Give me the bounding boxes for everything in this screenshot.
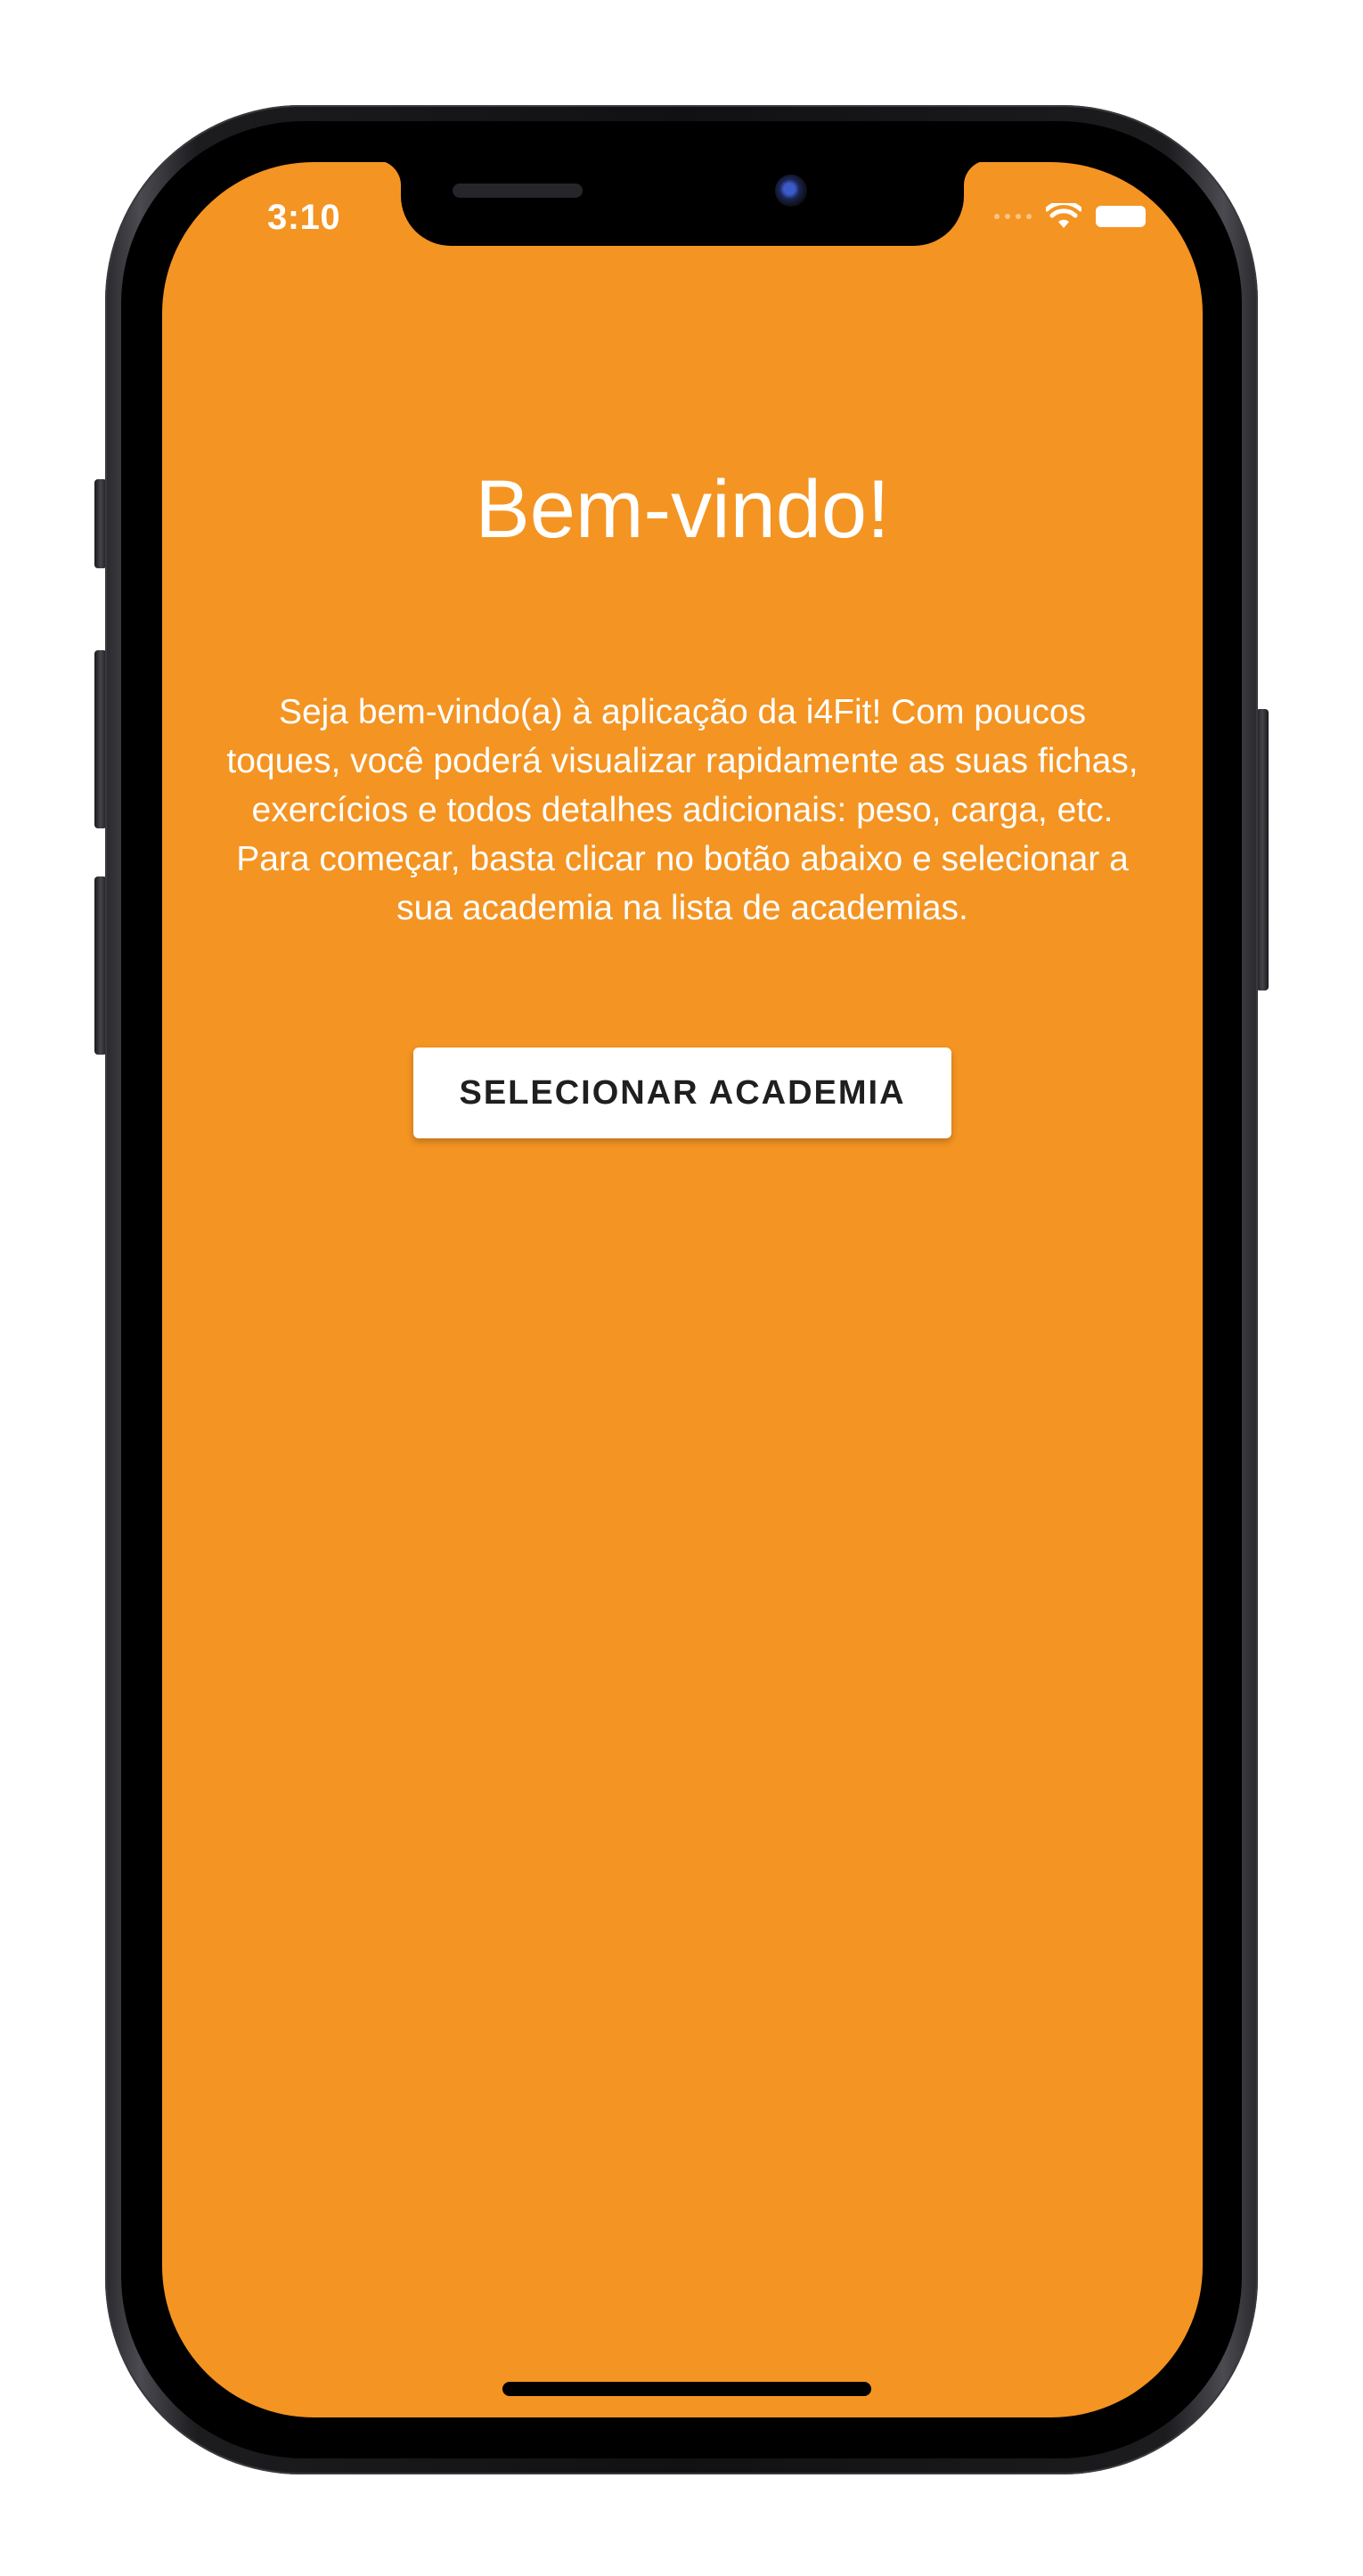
status-icons (994, 203, 1146, 230)
home-indicator[interactable] (502, 2382, 871, 2396)
status-time: 3:10 (267, 198, 341, 237)
wifi-icon (1046, 203, 1081, 228)
device-mockup: 3:10 Bem-vindo! Seja bem-vindo(a) à apli… (0, 0, 1363, 2576)
front-camera (775, 175, 807, 207)
welcome-description: Seja bem-vindo(a) à aplicação da i4Fit! … (226, 693, 1139, 927)
battery-icon (1096, 206, 1146, 227)
earpiece-speaker (453, 183, 583, 198)
notch (401, 162, 964, 246)
select-gym-button[interactable]: SELECIONAR ACADEMIA (413, 1048, 951, 1138)
welcome-title: Bem-vindo! (475, 464, 890, 555)
power-button (1256, 709, 1269, 990)
cellular-signal-icon (994, 214, 1032, 219)
app-screen: 3:10 Bem-vindo! Seja bem-vindo(a) à apli… (162, 162, 1203, 2417)
